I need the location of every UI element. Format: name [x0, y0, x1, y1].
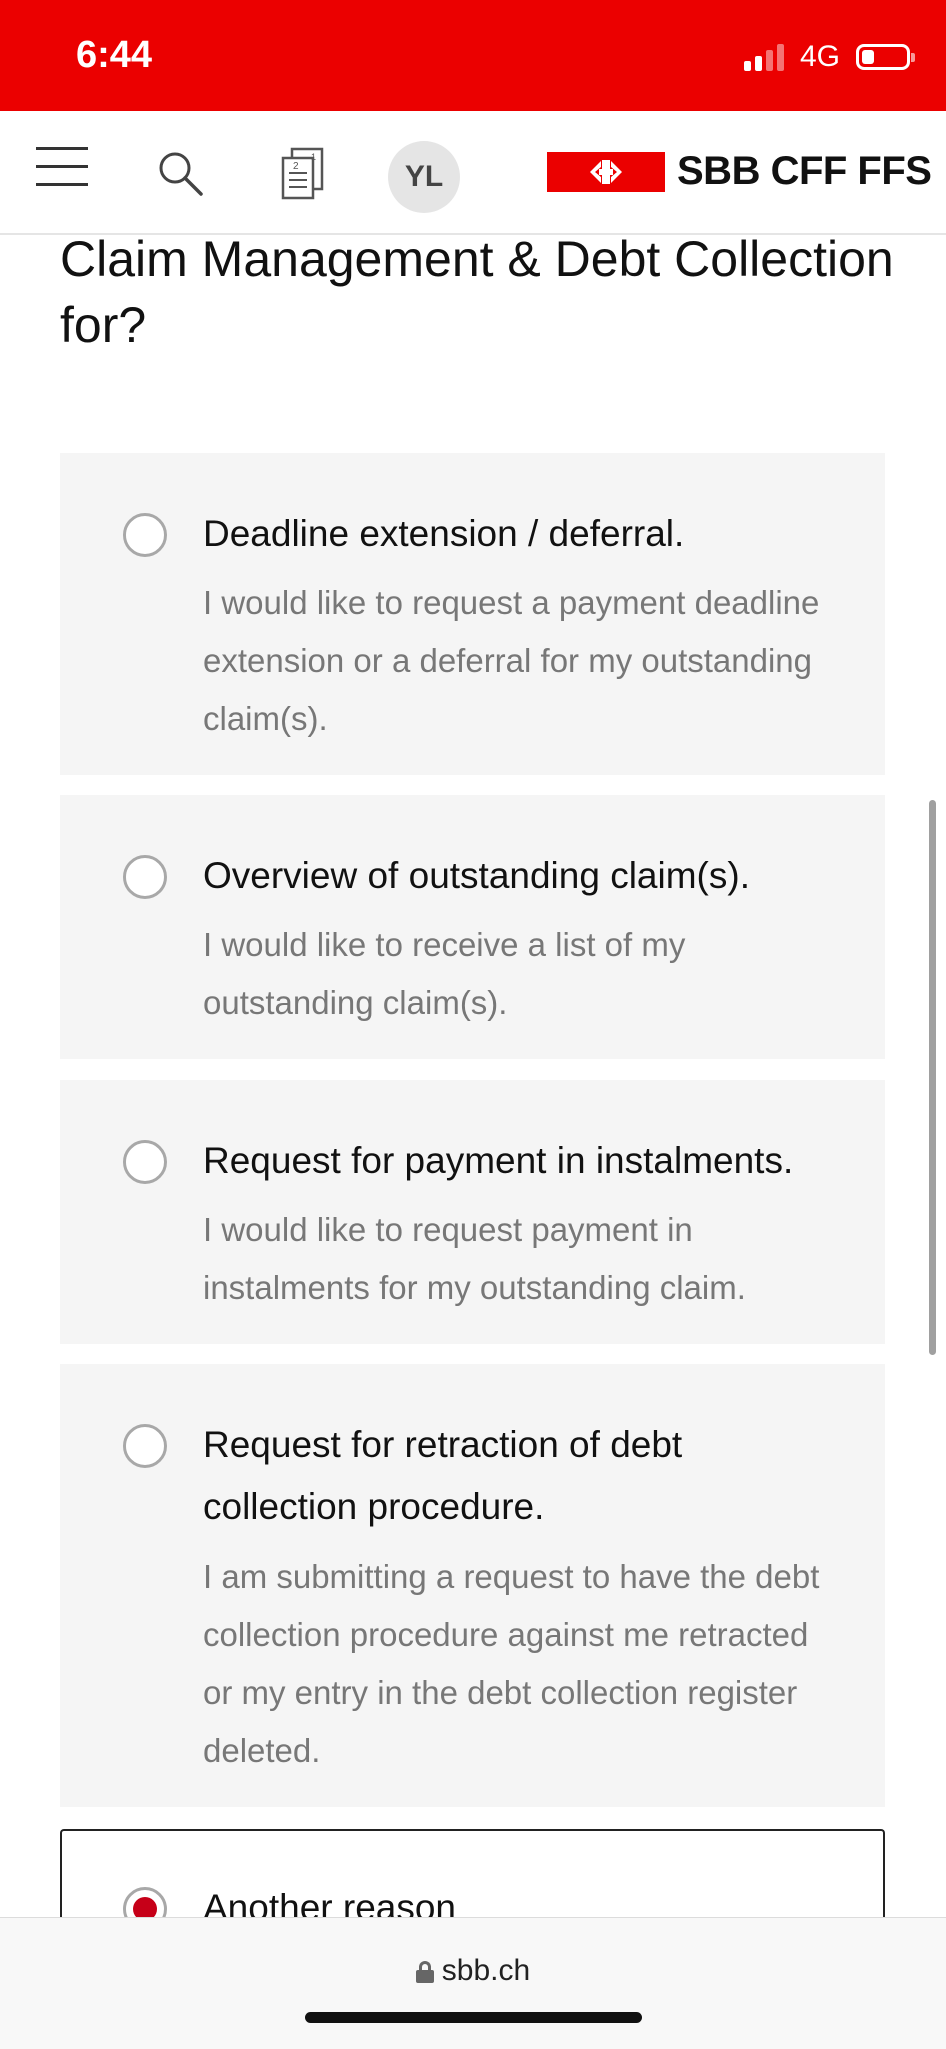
option-title: Overview of outstanding claim(s).	[203, 855, 750, 896]
status-time: 6:44	[76, 34, 153, 76]
option-overview-claims[interactable]: Overview of outstanding claim(s). I woul…	[60, 795, 885, 1059]
option-description: I would like to request a payment deadli…	[203, 584, 820, 737]
menu-icon[interactable]	[36, 145, 88, 189]
network-type: 4G	[799, 40, 840, 73]
option-payment-instalments[interactable]: Request for payment in instalments. I wo…	[60, 1080, 885, 1344]
search-icon[interactable]	[156, 149, 204, 197]
radio-button[interactable]	[123, 513, 167, 557]
avatar[interactable]: YL	[388, 141, 460, 213]
option-title: Request for payment in instalments.	[203, 1140, 794, 1181]
status-indicators: 4G	[743, 40, 915, 74]
url-display[interactable]: sbb.ch	[0, 1954, 946, 1988]
app-header: 2 1 YL SBB CFF FFS	[0, 111, 946, 235]
tickets-icon[interactable]: 2 1	[280, 147, 326, 201]
svg-text:2: 2	[293, 161, 299, 172]
radio-button[interactable]	[123, 1424, 167, 1468]
option-description: I would like to receive a list of my out…	[203, 926, 686, 1021]
battery-icon	[856, 44, 915, 70]
url-text: sbb.ch	[441, 1954, 531, 1987]
option-title: Request for retraction of debt collectio…	[203, 1424, 683, 1527]
option-title: Deadline extension / deferral.	[203, 513, 685, 554]
home-indicator[interactable]	[305, 2012, 642, 2023]
svg-text:1: 1	[311, 152, 316, 162]
option-retraction-debt-collection[interactable]: Request for retraction of debt collectio…	[60, 1364, 885, 1807]
option-description: I am submitting a request to have the de…	[203, 1558, 820, 1769]
logo-text: SBB CFF FFS	[677, 149, 932, 193]
radio-button[interactable]	[123, 1140, 167, 1184]
browser-url-bar[interactable]: sbb.ch	[0, 1917, 946, 2049]
sbb-logo-icon	[547, 151, 665, 192]
lock-icon	[415, 1961, 434, 1984]
page-title: Claim Management & Debt Collection for?	[60, 231, 894, 353]
status-bar: 6:44 4G	[0, 0, 946, 111]
radio-button[interactable]	[123, 855, 167, 899]
scrollbar[interactable]	[929, 800, 936, 1355]
option-another-reason[interactable]: Another reason	[60, 1829, 885, 1931]
option-deadline-extension[interactable]: Deadline extension / deferral. I would l…	[60, 453, 885, 775]
sbb-logo[interactable]: SBB CFF FFS	[547, 149, 932, 194]
option-description: I would like to request payment in insta…	[203, 1211, 746, 1306]
signal-icon	[743, 43, 784, 71]
